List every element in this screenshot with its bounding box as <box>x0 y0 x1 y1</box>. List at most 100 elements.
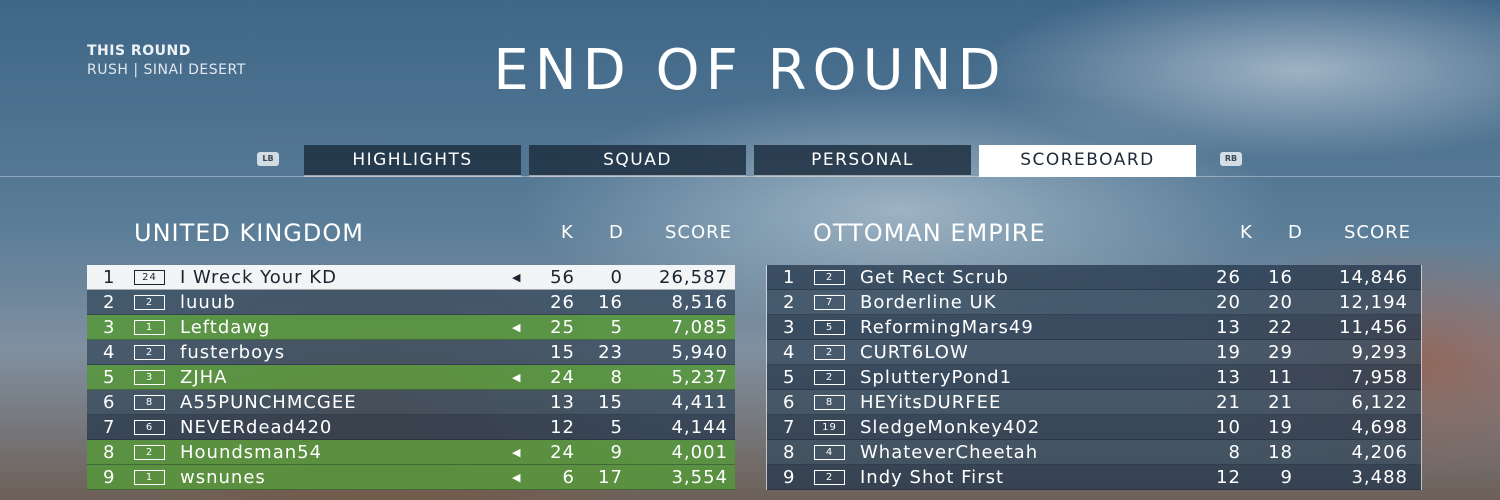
lb-bumper-icon[interactable]: LB <box>257 152 279 166</box>
player-kills: 20 <box>1216 292 1241 313</box>
player-row[interactable]: 6 8 A55PUNCHMCGEE 13 15 4,411 <box>87 390 735 415</box>
player-score: 4,411 <box>671 392 728 413</box>
player-position: 5 <box>783 367 796 388</box>
player-name: HEYitsDURFEE <box>860 392 1002 413</box>
speaker-icon: ◀ <box>512 371 522 384</box>
player-name: Leftdawg <box>180 317 271 338</box>
player-name: SplutteryPond1 <box>860 367 1013 388</box>
player-name: Borderline UK <box>860 292 997 313</box>
player-rank-badge: 19 <box>814 420 845 435</box>
player-name: SledgeMonkey402 <box>860 417 1041 438</box>
player-position: 5 <box>103 367 116 388</box>
player-name: Get Rect Scrub <box>860 267 1009 288</box>
player-row[interactable]: 1 2 Get Rect Scrub 26 16 14,846 <box>767 265 1421 290</box>
player-position: 6 <box>783 392 796 413</box>
player-kills: 25 <box>550 317 575 338</box>
speaker-icon: ◀ <box>512 446 522 459</box>
player-row[interactable]: 7 19 SledgeMonkey402 10 19 4,698 <box>767 415 1421 440</box>
player-rank-badge: 1 <box>134 320 165 335</box>
player-position: 7 <box>783 417 796 438</box>
rb-bumper-icon[interactable]: RB <box>1220 152 1242 166</box>
player-row[interactable]: 3 5 ReformingMars49 13 22 11,456 <box>767 315 1421 340</box>
player-position: 1 <box>783 267 796 288</box>
player-position: 9 <box>103 467 116 488</box>
player-position: 8 <box>103 442 116 463</box>
player-row[interactable]: 5 3 ZJHA 24 8 5,237 ◀ <box>87 365 735 390</box>
player-deaths: 17 <box>598 467 623 488</box>
player-deaths: 21 <box>1268 392 1293 413</box>
player-rank-badge: 5 <box>814 320 845 335</box>
speaker-icon: ◀ <box>512 471 522 484</box>
player-deaths: 9 <box>610 442 623 463</box>
player-rank-badge: 2 <box>814 345 845 360</box>
player-row[interactable]: 3 1 Leftdawg 25 5 7,085 ◀ <box>87 315 735 340</box>
player-position: 9 <box>783 467 796 488</box>
page-title: END OF ROUND <box>493 38 1007 103</box>
player-deaths: 8 <box>610 367 623 388</box>
column-header-k: K <box>561 222 574 243</box>
player-deaths: 22 <box>1268 317 1293 338</box>
player-rank-badge: 1 <box>134 470 165 485</box>
player-deaths: 16 <box>598 292 623 313</box>
tab-scoreboard[interactable]: SCOREBOARD <box>979 145 1196 177</box>
tab-highlights[interactable]: HIGHLIGHTS <box>304 145 521 177</box>
tab-personal[interactable]: PERSONAL <box>754 145 971 177</box>
tab-squad[interactable]: SQUAD <box>529 145 746 177</box>
player-deaths: 11 <box>1268 367 1293 388</box>
player-deaths: 5 <box>610 417 623 438</box>
player-row[interactable]: 4 2 fusterboys 15 23 5,940 <box>87 340 735 365</box>
player-score: 4,001 <box>671 442 728 463</box>
player-deaths: 9 <box>1280 467 1293 488</box>
player-kills: 56 <box>550 267 575 288</box>
player-row[interactable]: 2 2 luuub 26 16 8,516 <box>87 290 735 315</box>
column-header-score: SCORE <box>665 222 733 243</box>
player-row[interactable]: 4 2 CURT6LOW 19 29 9,293 <box>767 340 1421 365</box>
player-kills: 24 <box>550 442 575 463</box>
player-kills: 19 <box>1216 342 1241 363</box>
player-name: fusterboys <box>180 342 286 363</box>
team-name-left: UNITED KINGDOM <box>134 219 364 247</box>
player-row[interactable]: 9 1 wsnunes 6 17 3,554 ◀ <box>87 465 735 490</box>
player-score: 5,940 <box>671 342 728 363</box>
player-position: 6 <box>103 392 116 413</box>
player-kills: 6 <box>562 467 575 488</box>
player-deaths: 0 <box>610 267 623 288</box>
player-row[interactable]: 9 2 Indy Shot First 12 9 3,488 <box>767 465 1421 490</box>
player-deaths: 20 <box>1268 292 1293 313</box>
player-name: Houndsman54 <box>180 442 323 463</box>
player-rank-badge: 24 <box>134 270 165 285</box>
player-position: 1 <box>103 267 116 288</box>
player-rank-badge: 2 <box>134 445 165 460</box>
player-kills: 24 <box>550 367 575 388</box>
player-score: 5,237 <box>671 367 728 388</box>
column-header-k: K <box>1240 222 1253 243</box>
player-deaths: 19 <box>1268 417 1293 438</box>
player-name: A55PUNCHMCGEE <box>180 392 357 413</box>
player-row[interactable]: 7 6 NEVERdead420 12 5 4,144 <box>87 415 735 440</box>
tab-bar-divider <box>0 176 1500 177</box>
player-row[interactable]: 1 24 I Wreck Your KD 56 0 26,587 ◀ <box>87 265 735 290</box>
player-rank-badge: 6 <box>134 420 165 435</box>
player-name: wsnunes <box>180 467 266 488</box>
player-score: 11,456 <box>1339 317 1408 338</box>
player-score: 7,085 <box>671 317 728 338</box>
player-score: 4,206 <box>1351 442 1408 463</box>
player-name: WhateverCheetah <box>860 442 1039 463</box>
player-kills: 26 <box>1216 267 1241 288</box>
player-row[interactable]: 6 8 HEYitsDURFEE 21 21 6,122 <box>767 390 1421 415</box>
player-score: 3,488 <box>1351 467 1408 488</box>
player-deaths: 18 <box>1268 442 1293 463</box>
player-row[interactable]: 2 7 Borderline UK 20 20 12,194 <box>767 290 1421 315</box>
player-rank-badge: 2 <box>814 270 845 285</box>
column-header-d: D <box>1288 222 1303 243</box>
player-name: Indy Shot First <box>860 467 1005 488</box>
player-row[interactable]: 8 4 WhateverCheetah 8 18 4,206 <box>767 440 1421 465</box>
player-row[interactable]: 5 2 SplutteryPond1 13 11 7,958 <box>767 365 1421 390</box>
player-kills: 10 <box>1216 417 1241 438</box>
player-score: 14,846 <box>1339 267 1408 288</box>
player-kills: 26 <box>550 292 575 313</box>
player-row[interactable]: 8 2 Houndsman54 24 9 4,001 ◀ <box>87 440 735 465</box>
player-score: 26,587 <box>659 267 728 288</box>
player-kills: 21 <box>1216 392 1241 413</box>
player-deaths: 5 <box>610 317 623 338</box>
